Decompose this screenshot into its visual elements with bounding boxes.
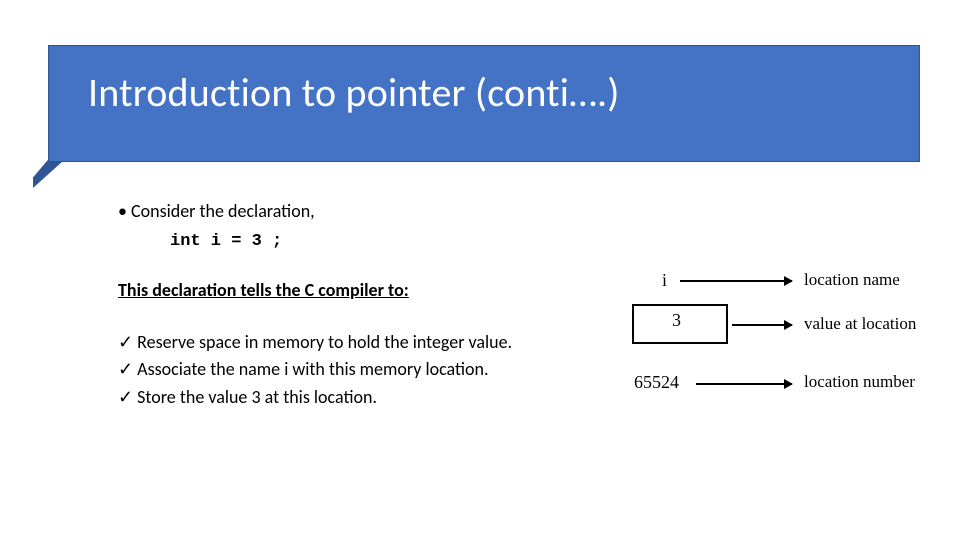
bullet-consider: Consider the declaration, bbox=[118, 200, 548, 223]
diagram-value: 3 bbox=[672, 310, 681, 331]
diagram-label-address: location number bbox=[804, 372, 915, 392]
slide: Introduction to pointer (conti….) Consid… bbox=[0, 0, 960, 540]
body-content: Consider the declaration, int i = 3 ; Th… bbox=[118, 200, 548, 413]
check-item-3: Store the value 3 at this location. bbox=[118, 386, 548, 409]
banner-ribbon-notch bbox=[33, 158, 63, 188]
memory-diagram: i 3 65524 location name value at locatio… bbox=[592, 268, 922, 428]
arrow-address bbox=[696, 383, 792, 385]
subheading: This declaration tells the C compiler to… bbox=[118, 279, 548, 302]
code-declaration: int i = 3 ; bbox=[170, 231, 548, 253]
diagram-label-value: value at location bbox=[804, 314, 916, 334]
diagram-label-name: location name bbox=[804, 270, 900, 290]
arrow-value bbox=[732, 324, 792, 326]
check-item-2: Associate the name i with this memory lo… bbox=[118, 358, 548, 381]
check-item-1: Reserve space in memory to hold the inte… bbox=[118, 331, 548, 354]
arrow-name bbox=[680, 280, 792, 282]
diagram-var-name: i bbox=[662, 270, 667, 291]
slide-title: Introduction to pointer (conti….) bbox=[88, 68, 620, 117]
diagram-address: 65524 bbox=[634, 372, 679, 393]
